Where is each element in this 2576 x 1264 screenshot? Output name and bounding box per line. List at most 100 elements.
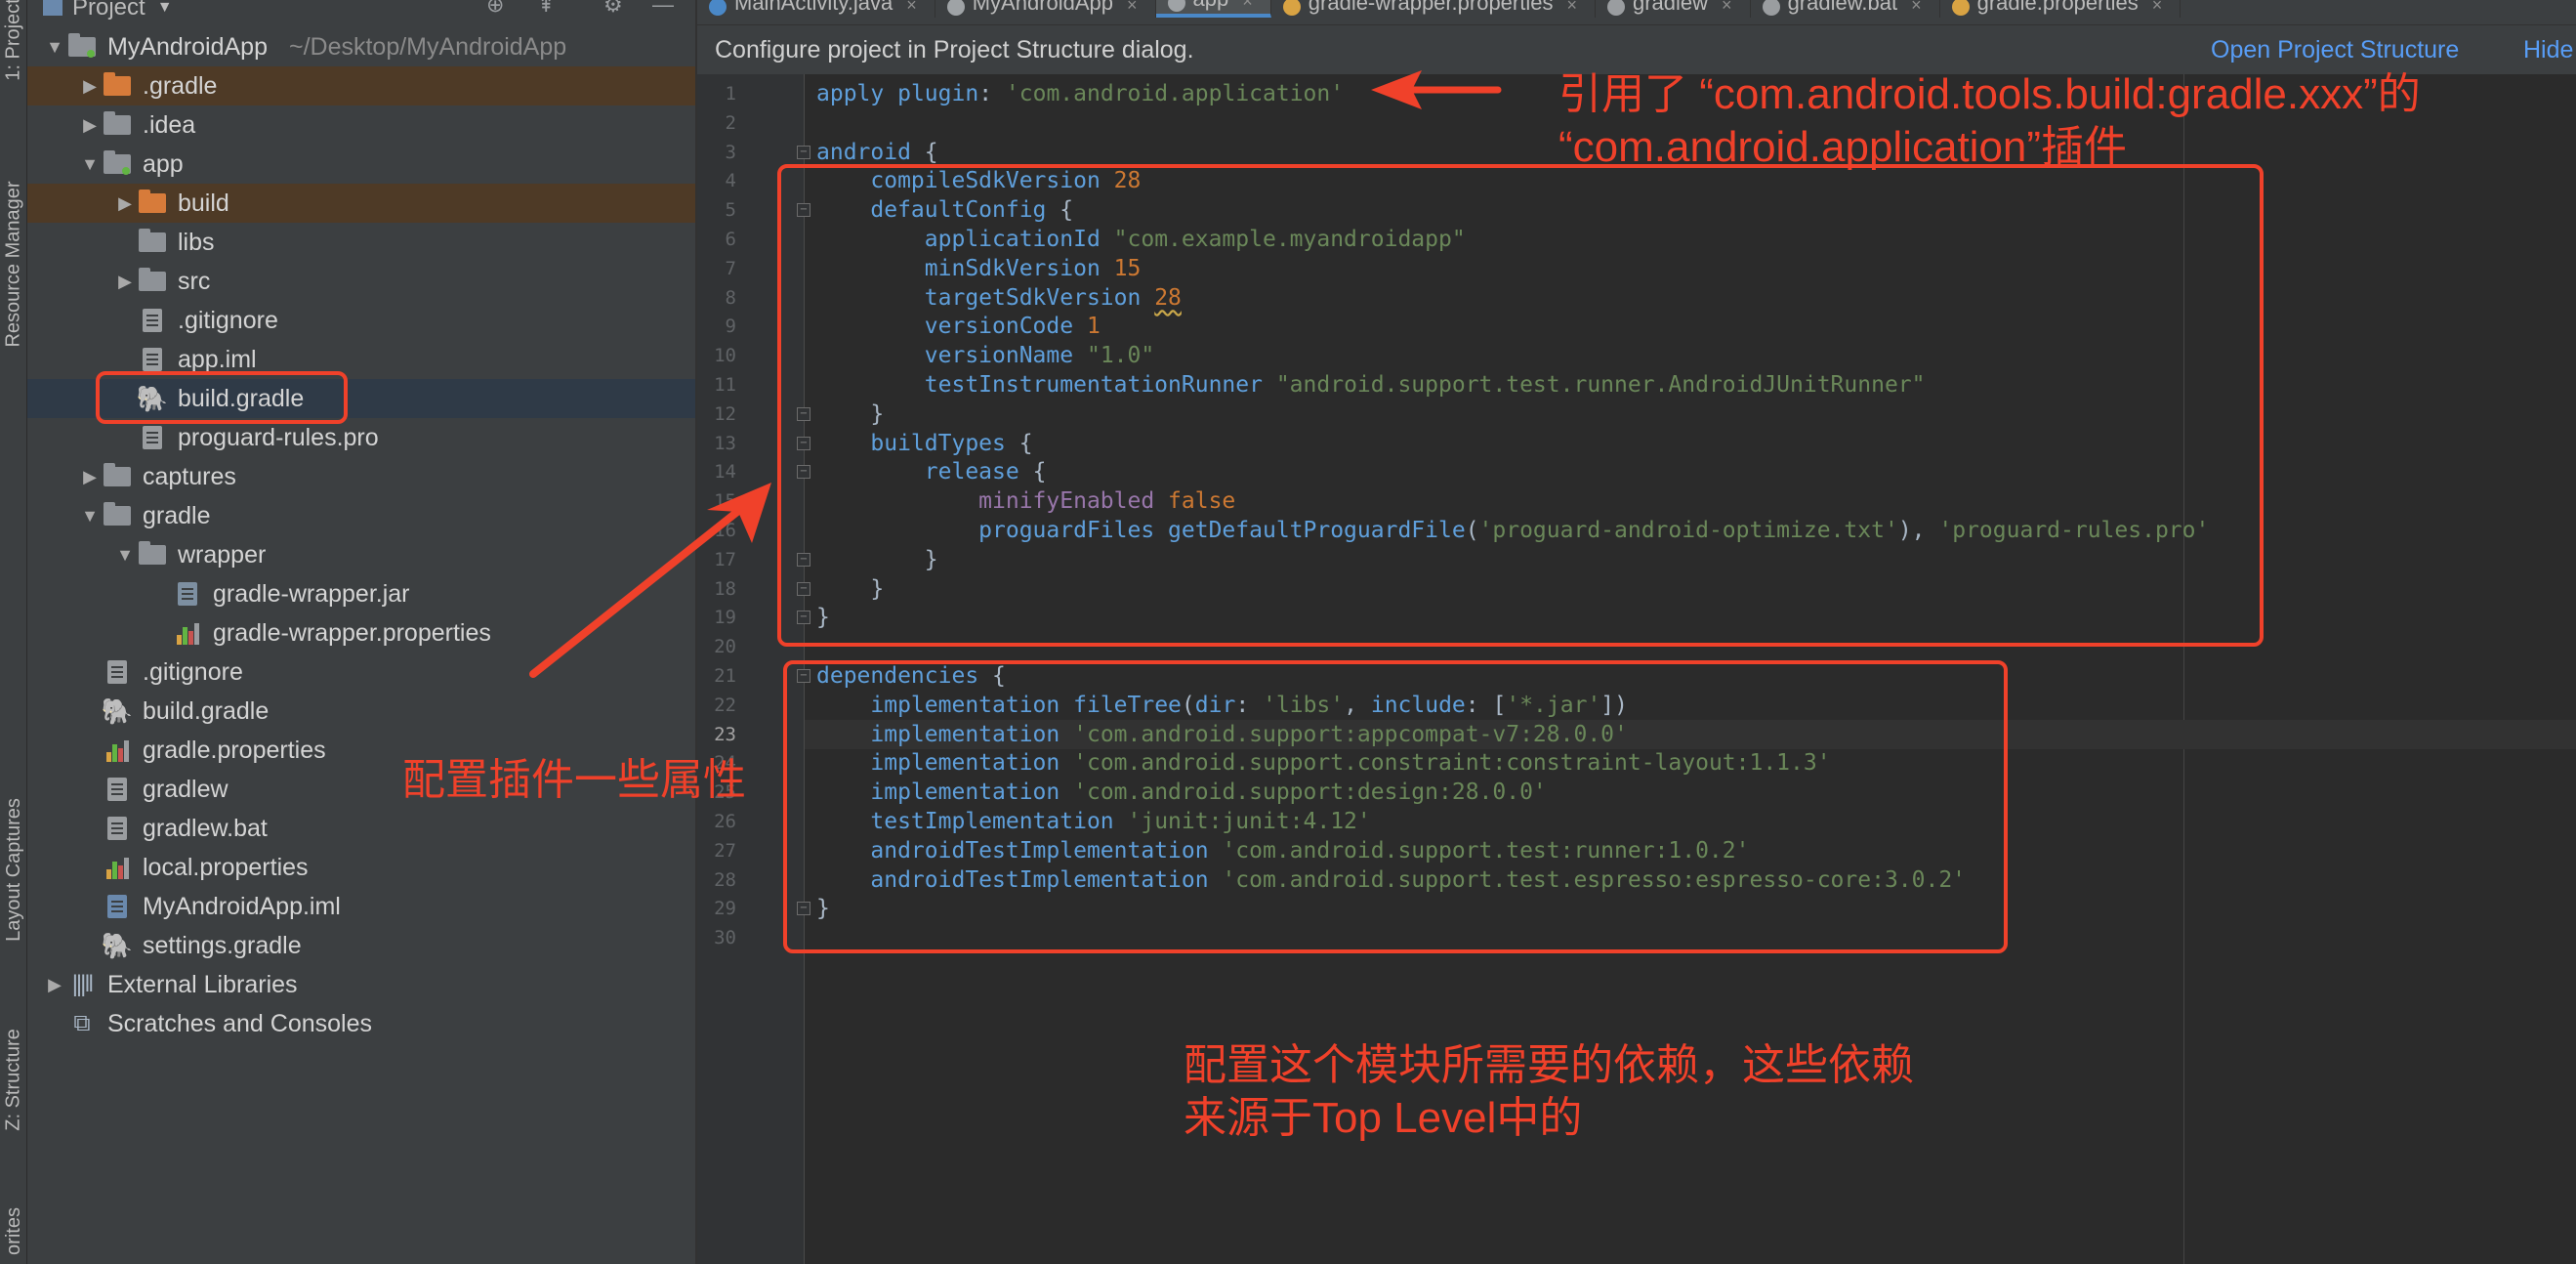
collapse-icon[interactable]: ⇞ <box>537 0 555 18</box>
line-number: 13 <box>714 432 736 454</box>
close-tab-icon[interactable]: × <box>906 0 917 16</box>
expand-arrow-icon[interactable]: ▼ <box>78 506 102 527</box>
tree-item-label: .idea <box>143 110 196 139</box>
collapse-arrow-icon[interactable]: ▶ <box>113 272 137 292</box>
code-line[interactable]: apply plugin: 'com.android.application' <box>816 79 1344 108</box>
tree-item-label: gradlew.bat <box>143 814 268 842</box>
editor-tab-label: MainActivity.java <box>734 0 893 15</box>
line-number: 19 <box>714 607 736 629</box>
tree-item[interactable]: ▶ src <box>27 262 695 301</box>
build-gradle-highlight-box <box>96 371 348 424</box>
line-number: 26 <box>714 811 736 832</box>
properties-icon <box>1951 0 1970 16</box>
tree-item-label: gradle-wrapper.properties <box>213 618 491 647</box>
line-number: 23 <box>714 723 736 745</box>
line-number: 9 <box>725 316 736 338</box>
fold-marker-icon[interactable]: − <box>797 145 810 159</box>
tree-item[interactable]: ▶ |||‖ External Libraries <box>27 965 695 1004</box>
line-number: 3 <box>725 141 736 163</box>
collapse-arrow-icon[interactable]: ▶ <box>78 467 102 487</box>
line-number: 1 <box>725 83 736 105</box>
project-tool-button[interactable]: 1: Project <box>0 0 27 80</box>
collapse-arrow-icon[interactable]: ▶ <box>113 193 137 214</box>
tree-item-label: MyAndroidApp.iml <box>143 892 341 920</box>
tree-item[interactable]: gradlew.bat <box>27 809 695 848</box>
tree-item[interactable]: ▼ gradle <box>27 496 695 535</box>
close-tab-icon[interactable]: × <box>1722 0 1732 16</box>
line-number: 12 <box>714 402 736 425</box>
line-number: 17 <box>714 548 736 570</box>
tree-item-label: src <box>178 267 211 295</box>
tree-item[interactable]: libs <box>27 223 695 262</box>
expand-arrow-icon[interactable]: ▼ <box>113 545 137 566</box>
tree-item-label: captures <box>143 462 236 490</box>
collapse-arrow-icon[interactable]: ▶ <box>43 975 66 995</box>
line-number: 7 <box>725 257 736 279</box>
close-tab-icon[interactable]: × <box>1127 0 1138 16</box>
close-tab-icon[interactable]: × <box>1566 0 1577 16</box>
tree-item-label: .gitignore <box>178 306 278 334</box>
expand-arrow-icon[interactable]: ▼ <box>78 154 102 175</box>
chevron-down-icon[interactable]: ▼ <box>157 0 173 17</box>
code-line[interactable]: android { <box>816 138 938 167</box>
file-icon <box>1607 0 1625 16</box>
close-tab-icon[interactable]: × <box>1911 0 1922 16</box>
close-tab-icon[interactable]: × <box>2152 0 2163 16</box>
line-number: 30 <box>714 927 736 949</box>
expand-arrow-icon[interactable]: ▼ <box>43 37 66 58</box>
locate-icon[interactable]: ⊕ <box>486 0 504 18</box>
editor-tab[interactable]: gradlew.bat × <box>1751 0 1940 18</box>
resource-manager-tool-button[interactable]: Resource Manager <box>0 147 27 381</box>
editor-tab-label: gradlew <box>1633 0 1709 15</box>
line-number: 20 <box>714 636 736 658</box>
editor-tab[interactable]: gradlew × <box>1596 0 1751 18</box>
tree-item[interactable]: ▼ MyAndroidApp ~/Desktop/MyAndroidApp <box>27 27 695 66</box>
tree-item[interactable]: ▼ wrapper <box>27 535 695 574</box>
tree-item[interactable]: gradle-wrapper.properties <box>27 613 695 653</box>
editor-tab[interactable]: gradle.properties × <box>1940 0 2181 18</box>
tree-item-label: proguard-rules.pro <box>178 423 379 451</box>
tree-item[interactable]: .gitignore <box>27 653 695 692</box>
properties-icon <box>172 621 203 645</box>
tree-item[interactable]: local.properties <box>27 848 695 887</box>
tree-item[interactable]: 🐘 settings.gradle <box>27 926 695 965</box>
tree-item[interactable]: gradle-wrapper.jar <box>27 574 695 613</box>
tree-item-label: libs <box>178 228 215 256</box>
favorites-tool-button[interactable]: orites <box>0 1192 27 1264</box>
close-tab-icon[interactable]: × <box>1242 0 1253 12</box>
tree-item[interactable]: ▶ build <box>27 184 695 223</box>
tree-item[interactable]: ▶ .idea <box>27 105 695 145</box>
line-number: 11 <box>714 374 736 396</box>
tree-item-label: wrapper <box>178 540 267 569</box>
tree-item[interactable]: proguard-rules.pro <box>27 418 695 457</box>
tree-item[interactable]: 🐘 build.gradle <box>27 692 695 731</box>
layout-captures-tool-button[interactable]: Layout Captures <box>0 772 27 967</box>
editor-tabs: MainActivity.java×MyAndroidApp×app×gradl… <box>697 0 2576 25</box>
collapse-arrow-icon[interactable]: ▶ <box>78 76 102 97</box>
hide-banner-link[interactable]: Hide <box>2523 36 2573 64</box>
hide-icon[interactable]: — <box>652 0 674 18</box>
tree-item-label: .gradle <box>143 71 218 100</box>
tree-item[interactable]: ⧉ Scratches and Consoles <box>27 1004 695 1043</box>
gear-icon[interactable]: ⚙ <box>603 0 623 18</box>
tree-item[interactable]: .gitignore <box>27 301 695 340</box>
tree-item-label: External Libraries <box>107 970 298 998</box>
properties-icon <box>102 738 133 762</box>
tree-item[interactable]: ▶ captures <box>27 457 695 496</box>
open-project-structure-link[interactable]: Open Project Structure <box>2211 36 2459 64</box>
project-view-icon <box>43 0 62 16</box>
jar-icon <box>172 582 203 606</box>
editor-tab[interactable]: MainActivity.java × <box>697 0 935 18</box>
structure-tool-button[interactable]: Z: Structure <box>0 1006 27 1153</box>
tree-item[interactable]: ▼ app <box>27 145 695 184</box>
tree-item[interactable]: ▶ .gradle <box>27 66 695 105</box>
tree-item[interactable]: MyAndroidApp.iml <box>27 887 695 926</box>
editor-tab[interactable]: MyAndroidApp × <box>935 0 1156 18</box>
collapse-arrow-icon[interactable]: ▶ <box>78 115 102 136</box>
gradle-icon: 🐘 <box>101 931 134 960</box>
editor-tab-label: gradlew.bat <box>1787 0 1898 15</box>
editor-tab[interactable]: gradle-wrapper.properties × <box>1271 0 1596 18</box>
gradle-icon <box>946 0 965 16</box>
project-view-selector[interactable]: Project <box>72 0 145 21</box>
editor-tab[interactable]: app × <box>1155 0 1271 18</box>
